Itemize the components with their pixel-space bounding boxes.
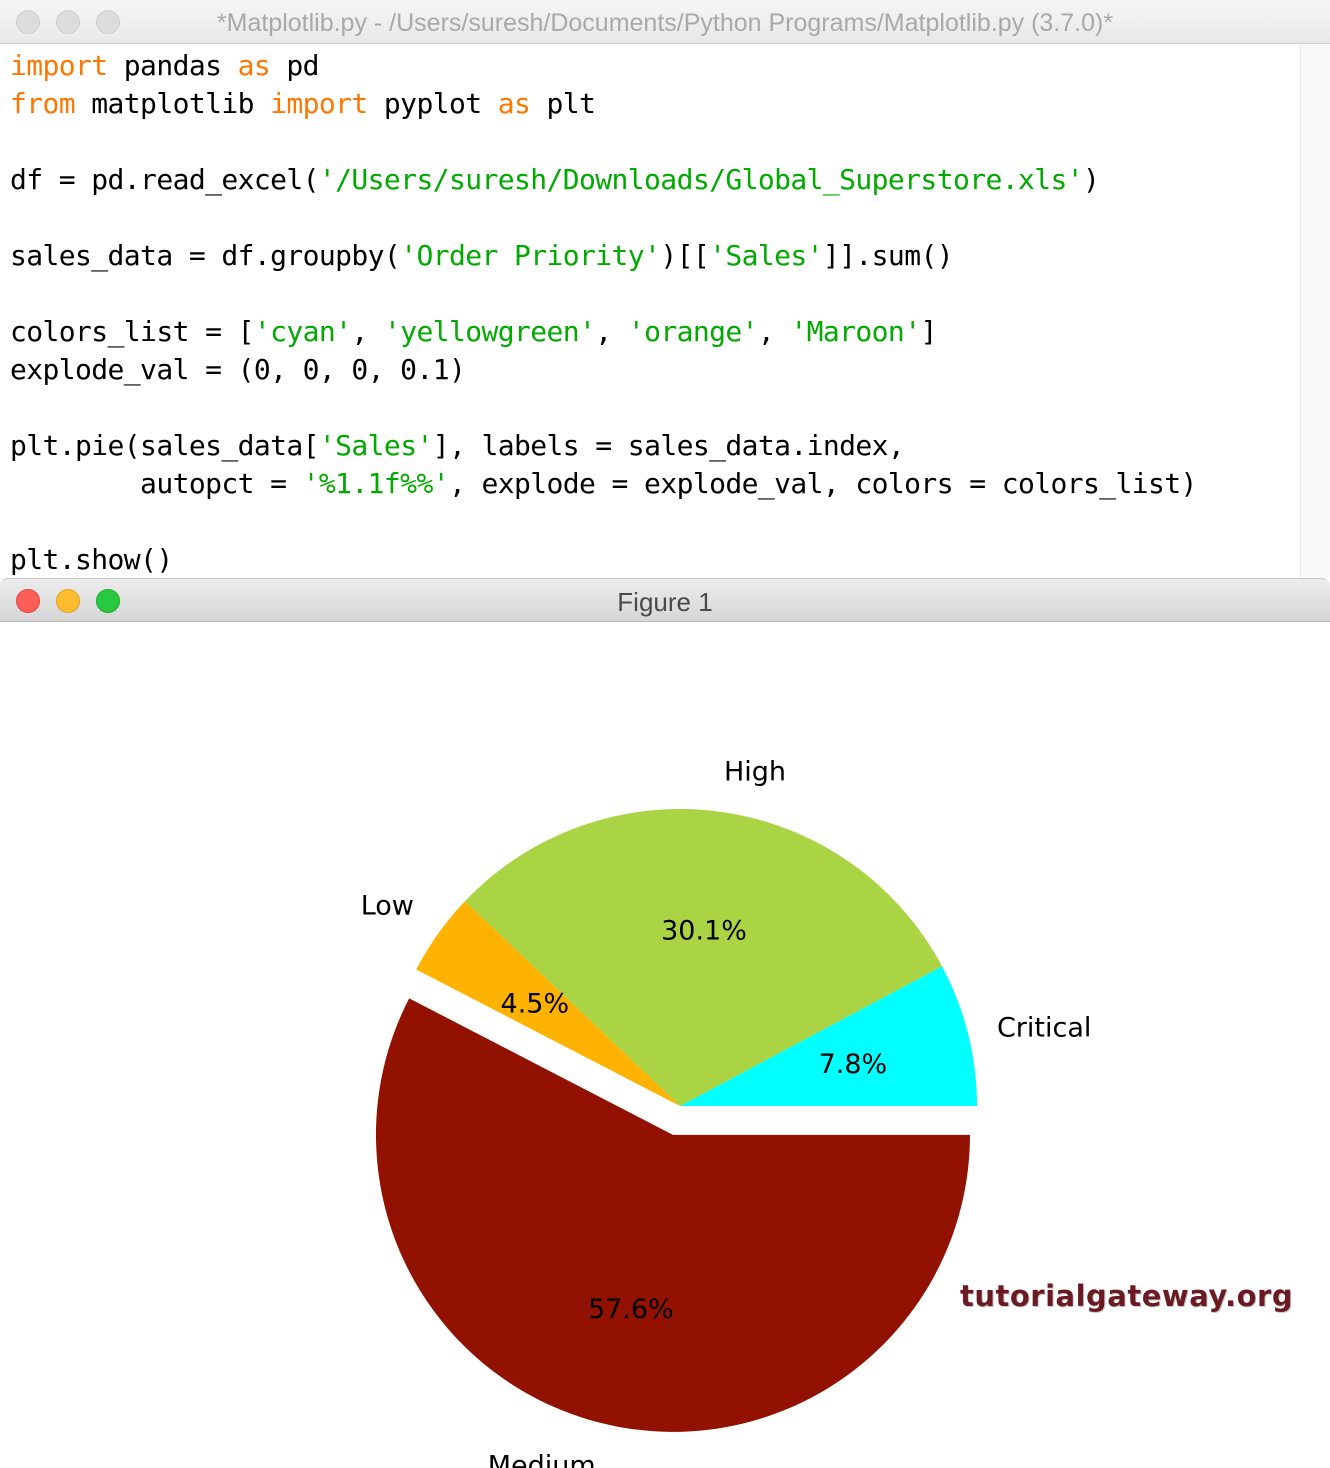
code-text: pyplot [367, 87, 498, 120]
code-text: , [595, 315, 628, 348]
code-string: 'cyan' [253, 315, 352, 348]
editor-window: *Matplotlib.py - /Users/suresh/Documents… [0, 0, 1330, 578]
code-keyword: as [237, 49, 271, 82]
figure-titlebar: Figure 1 [0, 578, 1330, 622]
code-text: matplotlib [75, 87, 271, 120]
code-keyword: import [10, 49, 108, 82]
code-editor[interactable]: import pandas as pd from matplotlib impor… [0, 44, 1300, 578]
pie-percent-label: 4.5% [501, 989, 570, 1020]
code-string: 'Sales' [318, 429, 433, 462]
code-line: plt.pie(sales_data['Sales'], labels = sa… [10, 427, 905, 465]
code-string: 'Maroon' [790, 315, 921, 348]
code-text: sales_data = df.groupby( [10, 239, 401, 272]
code-line: import pandas as pd [10, 47, 320, 85]
code-text: pd [270, 49, 319, 82]
watermark-logo: tutorialgateway.org [960, 1279, 1294, 1313]
scrollbar[interactable] [1300, 44, 1330, 578]
code-text: autopct = [10, 467, 303, 500]
code-text: ) [1083, 163, 1100, 196]
code-string: 'orange' [627, 315, 759, 348]
code-line: plt.show() [10, 541, 173, 578]
code-text: , [351, 315, 384, 348]
code-text: plt.show() [10, 543, 173, 576]
pie-category-label: Low [361, 890, 414, 921]
code-text: pandas [107, 49, 238, 82]
code-string: '%1.1f%%' [302, 467, 450, 500]
code-text: explode_val = (0, 0, 0, 0.1) [10, 353, 466, 386]
code-text: plt [530, 87, 596, 120]
pie-category-label: Critical [997, 1013, 1091, 1044]
code-text: )[[ [660, 239, 710, 272]
code-keyword: as [497, 87, 531, 120]
code-text: ]].sum() [822, 239, 954, 272]
code-keyword: import [270, 87, 368, 120]
pie-percent-label: 57.6% [588, 1294, 674, 1325]
code-text: ], labels = sales_data.index, [432, 429, 905, 462]
code-text: , explode = explode_val, colors = colors… [448, 467, 1197, 500]
code-string: '/Users/suresh/Downloads/Global_Supersto… [318, 163, 1084, 196]
code-text: , [757, 315, 791, 348]
code-string: 'Order Priority' [400, 239, 661, 272]
code-text: ] [920, 315, 937, 348]
code-line: df = pd.read_excel('/Users/suresh/Downlo… [10, 161, 1100, 199]
pie-percent-label: 30.1% [661, 915, 747, 946]
code-line: sales_data = df.groupby('Order Priority'… [10, 237, 954, 275]
code-string: 'yellowgreen' [383, 315, 596, 348]
figure-window: Figure 1 7.8% Critical 30.1% High 4.5% Low 57.… [0, 578, 1330, 1468]
code-line: explode_val = (0, 0, 0, 0.1) [10, 351, 466, 389]
editor-title: *Matplotlib.py - /Users/suresh/Documents… [216, 9, 1114, 37]
code-keyword: from [10, 87, 76, 120]
pie-percent-label: 7.8% [819, 1049, 888, 1080]
code-text: plt.pie(sales_data[ [10, 429, 320, 462]
code-text: colors_list = [ [10, 315, 254, 348]
code-line: colors_list = ['cyan', 'yellowgreen', 'o… [10, 313, 937, 351]
code-text: df = pd.read_excel( [10, 163, 320, 196]
code-string: 'Sales' [709, 239, 823, 272]
pie-category-label: High [724, 756, 786, 787]
figure-title: Figure 1 [617, 587, 713, 617]
code-line: from matplotlib import pyplot as plt [10, 85, 596, 123]
editor-titlebar: *Matplotlib.py - /Users/suresh/Documents… [0, 0, 1330, 44]
pie-category-label: Medium [488, 1450, 596, 1468]
pie-chart: 7.8% Critical 30.1% High 4.5% Low 57.6% Medium [361, 756, 1092, 1468]
code-line: autopct = '%1.1f%%', explode = explode_v… [10, 465, 1197, 503]
